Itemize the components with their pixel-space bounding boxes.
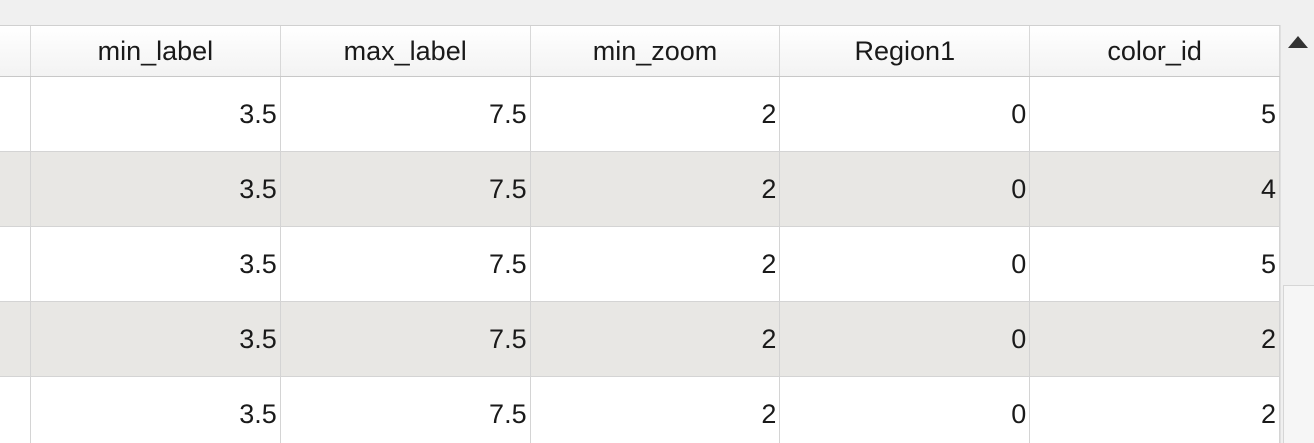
row-header[interactable] [0, 152, 31, 226]
cell-region1[interactable]: 0 [780, 227, 1031, 301]
cell-max-label[interactable]: 7.5 [281, 227, 531, 301]
column-header-color-id[interactable]: color_id [1030, 26, 1280, 76]
cell-min-label[interactable]: 3.5 [31, 227, 281, 301]
scrollbar-thumb[interactable] [1283, 285, 1314, 443]
cell-min-zoom[interactable]: 2 [531, 77, 781, 151]
cell-min-label[interactable]: 3.5 [31, 377, 281, 443]
cell-color-id[interactable]: 2 [1030, 302, 1280, 376]
table-row[interactable]: 3.5 7.5 2 0 5 [0, 77, 1280, 152]
cell-max-label[interactable]: 7.5 [281, 77, 531, 151]
row-header[interactable] [0, 77, 31, 151]
row-header-corner[interactable] [0, 26, 31, 76]
cell-color-id[interactable]: 4 [1030, 152, 1280, 226]
triangle-up-icon [1288, 36, 1308, 48]
toolbar-area [0, 0, 1314, 25]
cell-region1[interactable]: 0 [780, 377, 1031, 443]
cell-min-zoom[interactable]: 2 [531, 152, 781, 226]
vertical-scrollbar[interactable] [1280, 25, 1314, 443]
cell-max-label[interactable]: 7.5 [281, 152, 531, 226]
table-row[interactable]: 3.5 7.5 2 0 2 [0, 302, 1280, 377]
cell-min-label[interactable]: 3.5 [31, 77, 281, 151]
column-header-min-label[interactable]: min_label [31, 26, 281, 76]
cell-min-zoom[interactable]: 2 [531, 302, 781, 376]
cell-region1[interactable]: 0 [780, 152, 1031, 226]
column-header-max-label[interactable]: max_label [281, 26, 531, 76]
cell-min-zoom[interactable]: 2 [531, 227, 781, 301]
table-row[interactable]: 3.5 7.5 2 0 4 [0, 152, 1280, 227]
cell-min-label[interactable]: 3.5 [31, 302, 281, 376]
row-header[interactable] [0, 302, 31, 376]
scroll-up-button[interactable] [1281, 25, 1314, 59]
table-row[interactable]: 3.5 7.5 2 0 2 [0, 377, 1280, 443]
column-header-min-zoom[interactable]: min_zoom [531, 26, 781, 76]
cell-region1[interactable]: 0 [780, 77, 1031, 151]
row-header[interactable] [0, 377, 31, 443]
column-header-region1[interactable]: Region1 [780, 26, 1031, 76]
attribute-table: min_label max_label min_zoom Region1 col… [0, 25, 1280, 443]
row-header[interactable] [0, 227, 31, 301]
cell-max-label[interactable]: 7.5 [281, 302, 531, 376]
cell-min-zoom[interactable]: 2 [531, 377, 781, 443]
table-body: 3.5 7.5 2 0 5 3.5 7.5 2 0 4 3.5 7.5 2 0 … [0, 77, 1280, 443]
table-window: min_label max_label min_zoom Region1 col… [0, 0, 1314, 443]
cell-min-label[interactable]: 3.5 [31, 152, 281, 226]
cell-color-id[interactable]: 2 [1030, 377, 1280, 443]
cell-color-id[interactable]: 5 [1030, 77, 1280, 151]
table-header: min_label max_label min_zoom Region1 col… [0, 26, 1280, 77]
cell-region1[interactable]: 0 [780, 302, 1031, 376]
table-row[interactable]: 3.5 7.5 2 0 5 [0, 227, 1280, 302]
cell-max-label[interactable]: 7.5 [281, 377, 531, 443]
cell-color-id[interactable]: 5 [1030, 227, 1280, 301]
